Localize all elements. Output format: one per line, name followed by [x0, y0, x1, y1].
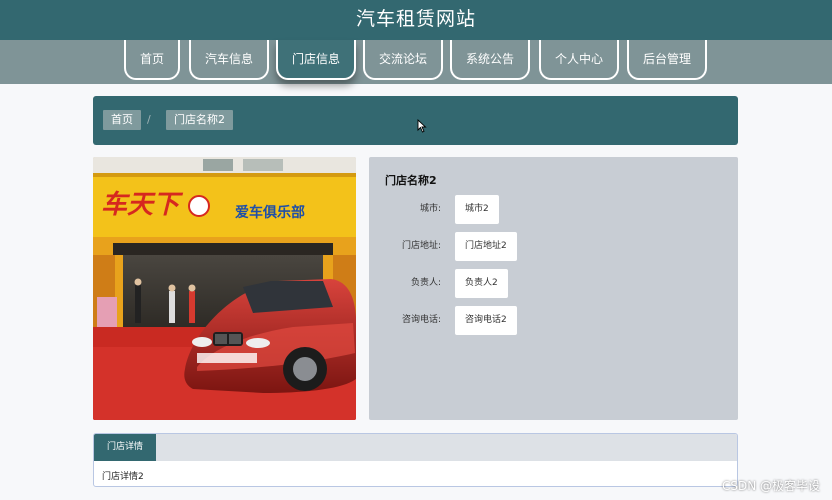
mouse-cursor-icon [417, 119, 427, 133]
watermark: CSDN @极客毕设 [721, 479, 820, 493]
address-label: 门店地址: [401, 241, 441, 251]
info-row-manager: 负责人: 负责人2 [369, 269, 738, 298]
address-value: 门店地址2 [455, 232, 517, 261]
nav-item-admin[interactable]: 后台管理 [627, 40, 707, 80]
main-nav: 首页 汽车信息 门店信息 交流论坛 系统公告 个人中心 后台管理 [0, 40, 832, 84]
manager-value: 负责人2 [455, 269, 508, 298]
detail-tab-bar: 门店详情 [94, 434, 737, 461]
sign-text-1: 车天下 [101, 190, 184, 220]
info-row-address: 门店地址: 门店地址2 [369, 232, 738, 261]
nav-item-user-center[interactable]: 个人中心 [539, 40, 619, 80]
site-title: 汽车租赁网站 [355, 8, 476, 30]
breadcrumb-separator: / [147, 113, 151, 126]
nav-item-car-info[interactable]: 汽车信息 [189, 40, 269, 80]
tab-store-detail[interactable]: 门店详情 [94, 434, 156, 461]
store-info-panel: 门店名称2 城市: 城市2 门店地址: 门店地址2 负责人: 负责人2 咨询电话… [369, 157, 738, 420]
breadcrumb: 首页 / 门店名称2 [93, 96, 738, 145]
nav-item-announcements[interactable]: 系统公告 [450, 40, 530, 80]
info-row-city: 城市: 城市2 [369, 195, 738, 224]
breadcrumb-current: 门店名称2 [166, 110, 233, 130]
nav-item-store-info[interactable]: 门店信息 [276, 40, 356, 80]
breadcrumb-home[interactable]: 首页 [103, 110, 141, 130]
detail-content: 门店详情2 [102, 472, 144, 482]
phone-label: 咨询电话: [401, 315, 441, 325]
phone-value: 咨询电话2 [455, 306, 517, 335]
store-detail-card: 门店详情 门店详情2 [93, 433, 738, 487]
store-photo: 车天下 爱车俱乐部 [93, 157, 356, 420]
sign-text-2: 爱车俱乐部 [235, 204, 305, 221]
nav-item-home[interactable]: 首页 [124, 40, 180, 80]
info-row-phone: 咨询电话: 咨询电话2 [369, 306, 738, 335]
city-label: 城市: [419, 204, 441, 214]
manager-label: 负责人: [410, 278, 441, 288]
nav-item-forum[interactable]: 交流论坛 [363, 40, 443, 80]
store-image: 车天下 爱车俱乐部 [93, 157, 356, 420]
store-name: 门店名称2 [385, 174, 437, 187]
city-value: 城市2 [455, 195, 499, 224]
site-header: 汽车租赁网站 [0, 0, 832, 40]
